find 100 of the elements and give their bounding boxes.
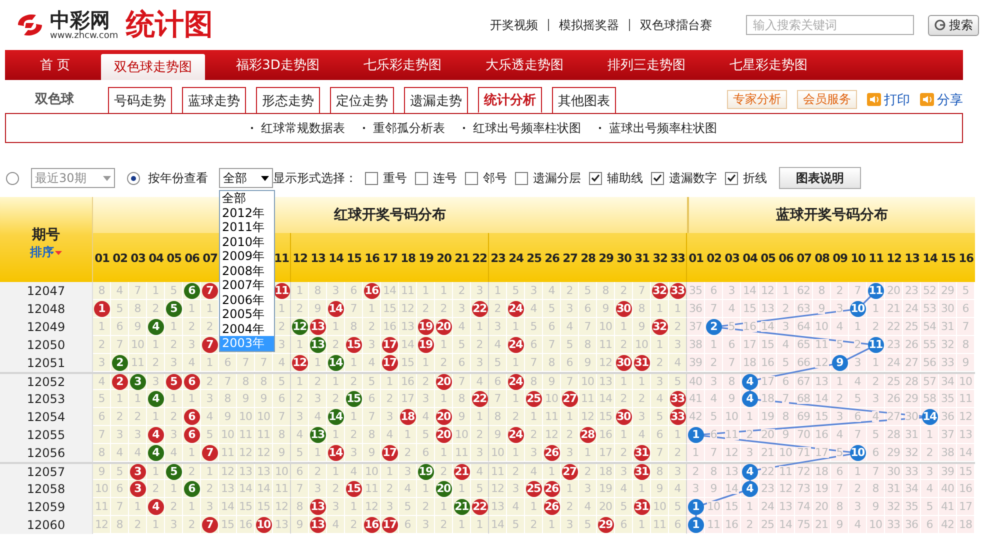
table-cell: 1 (147, 336, 165, 354)
top-link[interactable]: 双色球擂台赛 (629, 19, 722, 31)
table-cell: 22 (759, 464, 777, 480)
table-cell: 11 (957, 390, 975, 408)
chart-tab[interactable]: 号码走势 (108, 87, 172, 113)
table-cell: 1 (381, 374, 399, 390)
table-cell: 5 (489, 354, 507, 372)
action-link[interactable]: 打印 (867, 90, 910, 108)
table-cell: 1 (615, 318, 633, 336)
table-cell: 8 (777, 408, 795, 426)
year-select[interactable]: 全部 (219, 168, 273, 188)
analysis-link[interactable]: 红球出号频率柱状图 (463, 120, 581, 136)
table-cell: 2 (147, 300, 165, 318)
table-cell: 1 (651, 336, 669, 354)
column-number: 15 (346, 250, 362, 266)
number-ball: 16 (364, 282, 380, 298)
table-cell: 71 (795, 444, 813, 462)
number-ball: 3 (130, 480, 146, 496)
action-link[interactable]: 分享 (920, 90, 963, 108)
table-cell: 32 (885, 498, 903, 516)
table-cell: 7 (111, 336, 129, 354)
table-cell: 4 (705, 390, 723, 408)
table-cell: 3 (831, 300, 849, 318)
table-cell: 33 (939, 354, 957, 372)
table-cell: 21 (885, 300, 903, 318)
table-cell: 1 (147, 464, 165, 480)
table-cell: 53 (921, 300, 939, 318)
table-cell: 16 (957, 480, 975, 498)
table-cell: 20 (813, 498, 831, 516)
number-ball: 2 (112, 374, 128, 390)
table-cell: 2 (201, 318, 219, 336)
table-cell: 6 (111, 318, 129, 336)
number-ball: 6 (184, 408, 200, 424)
chart-tab[interactable]: 遗漏走势 (404, 87, 468, 113)
table-cell: 7 (363, 408, 381, 426)
table-cell: 17 (597, 444, 615, 462)
table-cell: 2 (129, 408, 147, 426)
column-number: 32 (652, 250, 668, 266)
table-cell: 15 (813, 408, 831, 426)
table-cell: 5 (579, 516, 597, 534)
chart-tab[interactable]: 定位走势 (330, 87, 394, 113)
table-cell: 12 (579, 408, 597, 426)
table-cell: 1 (399, 426, 417, 444)
table-cell: 3 (417, 390, 435, 408)
table-cell: 2 (183, 516, 201, 534)
analysis-link[interactable]: 红球常规数据表 (251, 120, 345, 136)
nav-tab[interactable]: 七乐彩走势图 (350, 50, 454, 80)
number-ball: 14 (328, 354, 344, 370)
table-cell: 1 (579, 444, 597, 462)
chart-tab[interactable]: 统计分析 (478, 87, 542, 113)
table-cell: 8 (273, 426, 291, 444)
number-ball: 30 (616, 300, 632, 316)
search-field[interactable]: 输入搜索关键词 (746, 15, 914, 35)
table-cell: 8 (453, 390, 471, 408)
nav-tab[interactable]: 首 页 (27, 50, 84, 80)
chart-tab[interactable]: 蓝球走势 (182, 87, 246, 113)
table-cell: 1 (345, 408, 363, 426)
table-cell: 22 (885, 318, 903, 336)
period-cell: 12054 (0, 408, 93, 426)
number-ball: 33 (670, 408, 686, 424)
legend-button[interactable]: 图表说明 (779, 167, 861, 189)
nav-tab[interactable]: 双色球走势图 (101, 54, 206, 80)
table-cell: 15 (723, 498, 741, 516)
number-ball: 7 (202, 336, 218, 352)
table-cell: 7 (867, 464, 885, 480)
table-cell: 10 (453, 426, 471, 444)
table-cell: 14 (957, 444, 975, 462)
table-cell: 1 (147, 408, 165, 426)
table-cell: 1 (417, 282, 435, 300)
nav-tab[interactable]: 福彩3D走势图 (223, 50, 332, 80)
table-cell: 11 (777, 464, 795, 480)
nav-tab[interactable]: 七星彩走势图 (716, 50, 820, 80)
table-cell: 4 (309, 408, 327, 426)
table-cell: 1 (183, 390, 201, 408)
table-cell: 5 (543, 300, 561, 318)
nav-tab[interactable]: 大乐透走势图 (472, 50, 576, 80)
table-cell: 5 (363, 374, 381, 390)
chart-tab[interactable]: 形态走势 (256, 87, 320, 113)
table-cell: 1 (435, 498, 453, 516)
number-ball: 20 (436, 374, 452, 390)
chart-tab[interactable]: 其他图表 (552, 87, 616, 113)
table-cell: 35 (939, 390, 957, 408)
nav-tab[interactable]: 排列三走势图 (594, 50, 698, 80)
table-cell: 38 (687, 336, 705, 354)
table-cell: 3 (471, 282, 489, 300)
search-button[interactable]: 搜索 (928, 14, 979, 36)
top-link[interactable]: 开奖视频 (480, 19, 548, 31)
table-cell: 9 (705, 480, 723, 498)
analysis-link[interactable]: 蓝球出号频率柱状图 (599, 120, 717, 136)
table-cell: 2 (849, 480, 867, 498)
top-link[interactable]: 模拟摇奖器 (548, 19, 629, 31)
table-cell: 1 (435, 390, 453, 408)
number-ball: 13 (310, 336, 326, 352)
sort-link[interactable]: 排序 (30, 244, 62, 261)
number-ball: 13 (310, 318, 326, 334)
table-cell: 35 (687, 282, 705, 300)
analysis-link[interactable]: 重邻孤分析表 (363, 120, 445, 136)
number-ball: 17 (382, 336, 398, 352)
table-cell: 52 (921, 282, 939, 300)
table-cell: 18 (741, 354, 759, 372)
